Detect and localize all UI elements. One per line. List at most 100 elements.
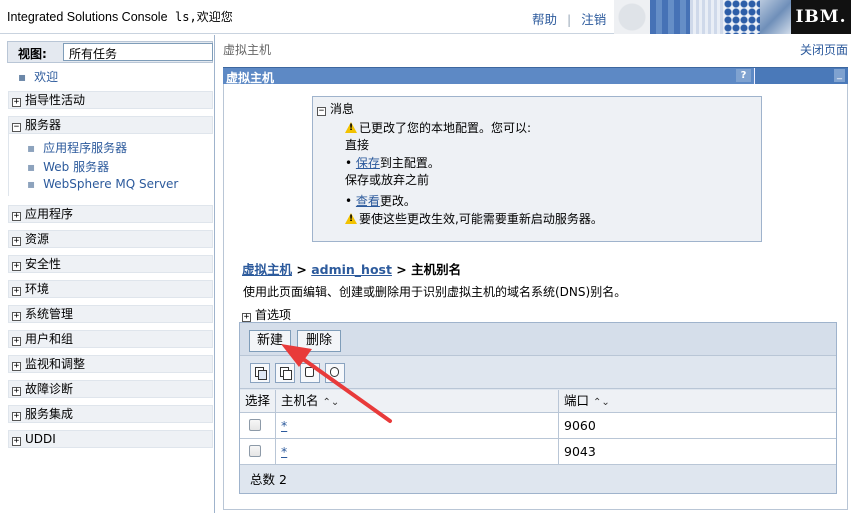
navigation-tree: 视图: 所有任务 ▪ 欢迎 + 指导性活动 − 服务器 ▪ 应用程序服务器 ▪ Web 服…: [0, 35, 215, 513]
bullet-icon: ▪: [27, 177, 36, 191]
nav-item-monitoring[interactable]: + 监视和调整: [8, 355, 213, 373]
message-line: 要使这些更改生效,可能需要重新启动服务器。: [345, 210, 603, 227]
expand-icon[interactable]: +: [12, 237, 21, 246]
nav-item-service-integration[interactable]: + 服务集成: [8, 405, 213, 423]
nav-welcome[interactable]: ▪ 欢迎: [18, 68, 58, 85]
row-checkbox[interactable]: [249, 445, 261, 457]
message-line: • 保存到主配置。: [345, 156, 440, 170]
welcome-user: ls,欢迎您: [175, 10, 233, 24]
nav-item-uddi[interactable]: + UDDI: [8, 430, 213, 448]
col-host-label: 主机名: [281, 393, 319, 408]
deselect-all-icon[interactable]: [275, 363, 295, 383]
expand-icon[interactable]: +: [12, 412, 21, 421]
logout-link[interactable]: 注销: [581, 12, 606, 27]
message-line: 直接: [345, 136, 369, 153]
preferences-toggle[interactable]: + 首选项: [242, 306, 291, 323]
nav-servers-subtree: ▪ 应用程序服务器 ▪ Web 服务器 ▪ WebSphere MQ Server: [8, 134, 213, 196]
nav-item-resources[interactable]: + 资源: [8, 230, 213, 248]
new-button[interactable]: 新建: [249, 330, 291, 352]
nav-item-environment[interactable]: + 环境: [8, 280, 213, 298]
messages-box: −消息 已更改了您的本地配置。您可以: 直接 • 保存到主配置。 保存或放弃之前…: [312, 96, 762, 242]
row-select-cell: [240, 413, 276, 438]
help-link[interactable]: 帮助: [532, 12, 557, 27]
message-text: 更改。: [379, 194, 416, 208]
message-text: 直接: [345, 138, 370, 152]
nav-item-security[interactable]: + 安全性: [8, 255, 213, 273]
nav-subitem-label: WebSphere MQ Server: [43, 177, 179, 191]
nav-subitem-label: 应用程序服务器: [43, 141, 128, 155]
host-link[interactable]: *: [281, 418, 287, 433]
col-host[interactable]: 主机名 ⌃⌄: [276, 390, 559, 412]
bullet-icon: ▪: [27, 141, 36, 155]
nav-item-users-groups[interactable]: + 用户和组: [8, 330, 213, 348]
nav-item-guided-activities[interactable]: + 指导性活动: [8, 91, 213, 109]
minimize-icon[interactable]: _: [834, 69, 845, 82]
host-cell: *: [276, 413, 559, 438]
nav-subitem-mq-server[interactable]: ▪ WebSphere MQ Server: [27, 177, 178, 191]
expand-icon[interactable]: +: [242, 313, 251, 322]
top-banner: Integrated Solutions Console ls,欢迎您 帮助 |…: [0, 0, 851, 34]
view-select[interactable]: 所有任务: [63, 43, 213, 61]
main-content: 虚拟主机 关闭页面 虚拟主机 ? _ −消息 已更改了您的本地配置。您可以: 直…: [216, 35, 851, 513]
expand-icon[interactable]: +: [12, 262, 21, 271]
delete-button[interactable]: 删除: [297, 330, 341, 352]
clear-filter-icon[interactable]: [325, 363, 345, 383]
console-title: Integrated Solutions Console ls,欢迎您: [7, 8, 233, 25]
table-row: * 9060: [240, 413, 836, 439]
messages-header-label: 消息: [330, 102, 355, 116]
nav-item-label: 安全性: [25, 257, 62, 271]
row-checkbox[interactable]: [249, 419, 261, 431]
col-port[interactable]: 端口 ⌃⌄: [559, 390, 836, 412]
nav-subitem-label: Web 服务器: [43, 160, 110, 174]
warning-icon: [345, 213, 357, 224]
breadcrumb-path: 虚拟主机 > admin_host > 主机别名: [242, 259, 461, 278]
view-label: 视图:: [18, 47, 47, 61]
expand-icon[interactable]: +: [12, 387, 21, 396]
nav-item-system-admin[interactable]: + 系统管理: [8, 305, 213, 323]
port-cell: 9043: [564, 444, 596, 459]
page-description: 使用此页面编辑、创建或删除用于识别虚拟主机的域名系统(DNS)别名。: [243, 285, 627, 299]
nav-item-label: 用户和组: [25, 332, 74, 346]
expand-icon[interactable]: +: [12, 212, 21, 221]
nav-item-label: 监视和调整: [25, 357, 86, 371]
sort-icon[interactable]: ⌃⌄: [323, 392, 340, 414]
crumb-virtual-hosts[interactable]: 虚拟主机: [242, 262, 292, 277]
expand-icon[interactable]: +: [12, 287, 21, 296]
button-bar: 新建 删除: [240, 323, 836, 356]
col-select: 选择: [240, 390, 276, 412]
filter-icon[interactable]: [300, 363, 320, 383]
nav-item-label: 指导性活动: [25, 93, 86, 107]
review-link[interactable]: 查看: [356, 194, 380, 208]
banner-links: 帮助 | 注销: [532, 9, 606, 28]
table-header: 选择 主机名 ⌃⌄ 端口 ⌃⌄: [240, 390, 836, 413]
host-link[interactable]: *: [281, 444, 287, 459]
sort-icon[interactable]: ⌃⌄: [593, 392, 610, 414]
expand-icon[interactable]: +: [12, 98, 21, 107]
nav-item-servers[interactable]: − 服务器: [8, 116, 213, 134]
nav-item-troubleshooting[interactable]: + 故障诊断: [8, 380, 213, 398]
crumb-separator: >: [391, 262, 412, 277]
nav-subitem-web-servers[interactable]: ▪ Web 服务器: [27, 158, 109, 175]
select-all-icon[interactable]: [250, 363, 270, 383]
message-line: 已更改了您的本地配置。您可以:: [345, 119, 531, 136]
help-icon[interactable]: ?: [736, 69, 751, 82]
console-title-text: Integrated Solutions Console: [7, 10, 168, 24]
collapse-icon[interactable]: −: [317, 107, 326, 116]
expand-icon[interactable]: +: [12, 312, 21, 321]
collapse-icon[interactable]: −: [12, 123, 21, 132]
portlet-header-right: _: [754, 68, 848, 84]
close-page-link[interactable]: 关闭页面: [800, 41, 848, 58]
expand-icon[interactable]: +: [12, 362, 21, 371]
bullet-icon: ▪: [27, 160, 36, 174]
nav-item-applications[interactable]: + 应用程序: [8, 205, 213, 223]
save-link[interactable]: 保存: [356, 156, 380, 170]
nav-subitem-app-servers[interactable]: ▪ 应用程序服务器: [27, 139, 127, 156]
expand-icon[interactable]: +: [12, 437, 21, 446]
view-selector-bar: 视图: 所有任务: [7, 41, 213, 63]
expand-icon[interactable]: +: [12, 337, 21, 346]
table-row: * 9043: [240, 439, 836, 465]
table-icon-toolbar: [240, 357, 836, 389]
crumb-admin-host[interactable]: admin_host: [311, 262, 392, 277]
messages-header[interactable]: − 消息: [317, 100, 354, 117]
crumb-current: 主机别名: [411, 262, 462, 277]
